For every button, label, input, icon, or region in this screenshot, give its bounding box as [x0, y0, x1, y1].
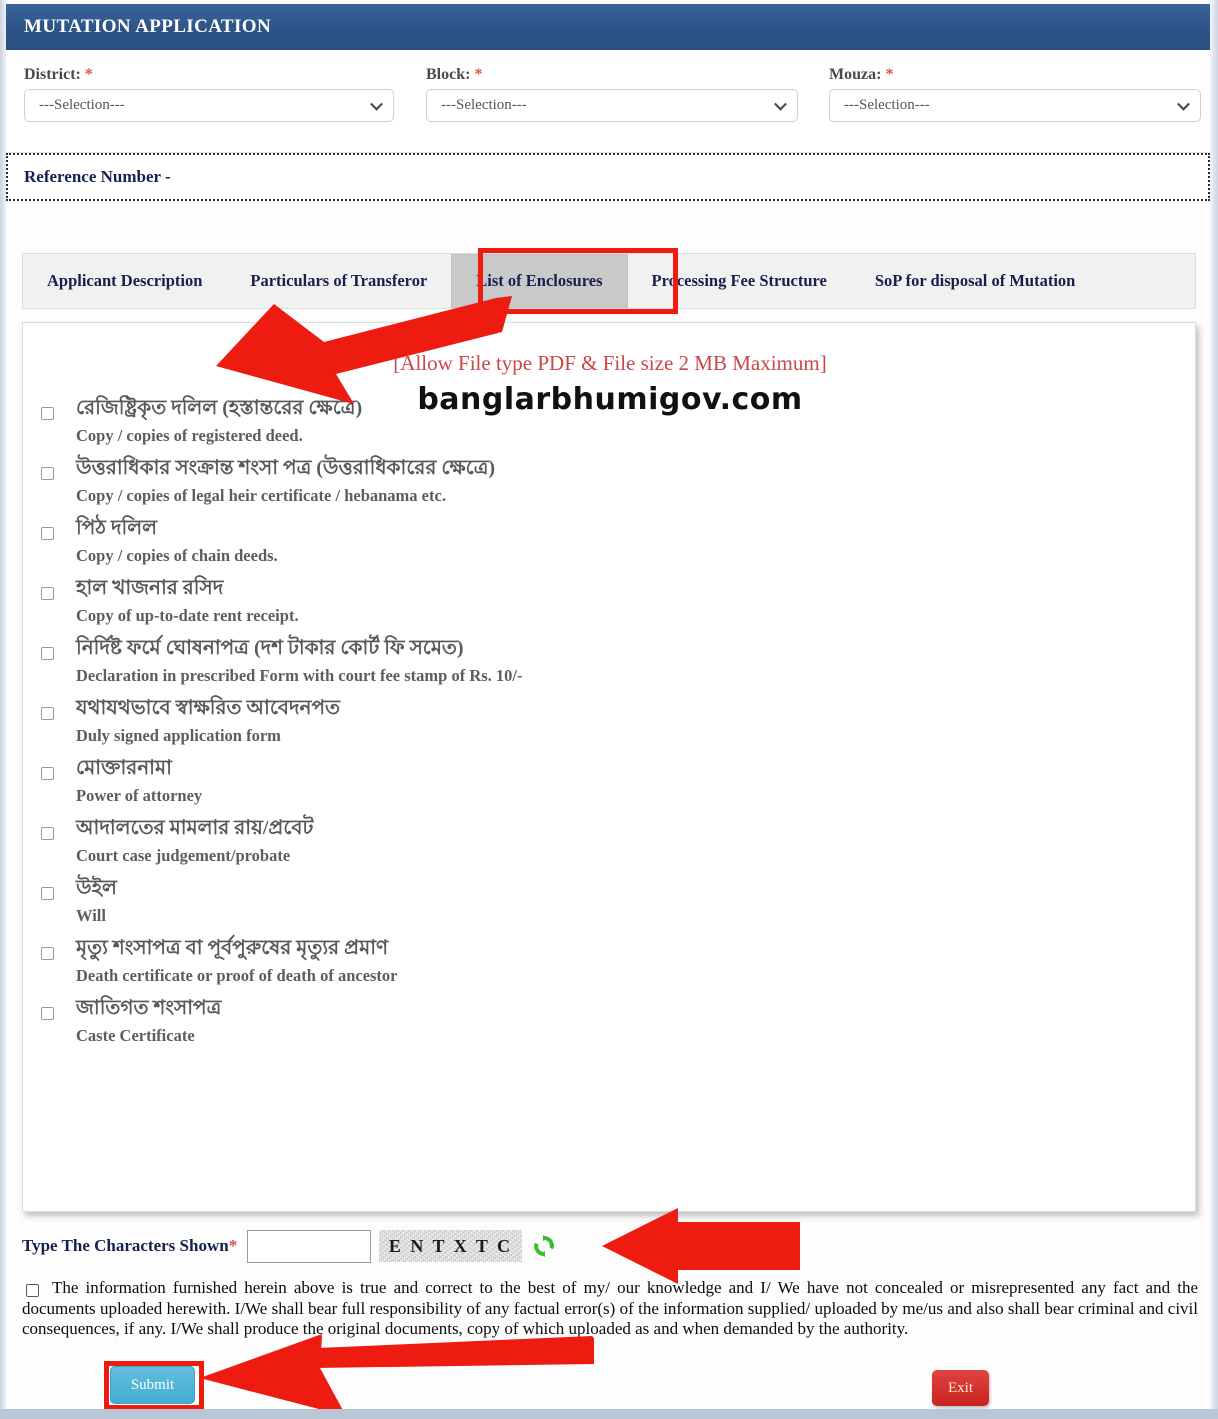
required-asterisk: * — [84, 66, 93, 83]
enclosure-label-en: Copy of up-to-date rent receipt. — [76, 606, 299, 625]
enclosure-label-en: Death certificate or proof of death of a… — [76, 966, 398, 985]
page-left-edge — [0, 0, 6, 1419]
enclosure-checkbox[interactable] — [41, 467, 54, 480]
district-select-value: ---Selection--- — [39, 97, 125, 113]
refresh-icon[interactable] — [531, 1233, 557, 1259]
captcha-code-text: E N T X T C — [388, 1235, 513, 1256]
enclosure-label-bn: রেজিষ্ট্রিকৃত দলিল (হস্তান্তরের ক্ষেত্রে… — [76, 397, 363, 419]
enclosure-checkbox[interactable] — [41, 1007, 54, 1020]
reference-number-label: Reference Number - — [24, 167, 171, 186]
application-page: MUTATION APPLICATION District: * ---Sele… — [0, 0, 1218, 1419]
enclosure-label-en: Copy / copies of chain deeds. — [76, 546, 278, 565]
enclosure-label-bn: উত্তরাধিকার সংক্রান্ত শংসা পত্র (উত্তরাধ… — [76, 457, 496, 479]
list-item: রেজিষ্ট্রিকৃত দলিল (হস্তান্তরের ক্ষেত্রে… — [23, 395, 1197, 446]
mouza-field: Mouza: * ---Selection--- — [829, 66, 1201, 122]
list-item: আদালতের মামলার রায়/প্রবেট Court case ju… — [23, 815, 1197, 866]
district-select[interactable]: ---Selection--- — [24, 89, 394, 122]
captcha-image: E N T X T C — [379, 1230, 523, 1262]
annotation-arrow-to-submit — [200, 1334, 594, 1416]
enclosure-checkbox[interactable] — [41, 527, 54, 540]
chevron-down-icon — [370, 97, 383, 111]
tab-sop-for-disposal-of-mutation[interactable]: SoP for disposal of Mutation — [851, 254, 1099, 308]
declaration-checkbox[interactable] — [26, 1284, 39, 1297]
enclosure-checkbox[interactable] — [41, 587, 54, 600]
captcha-row: Type The Characters Shown* E N T X T C — [22, 1226, 822, 1266]
enclosure-label-bn: মোক্তারনামা — [76, 757, 172, 779]
enclosure-label-bn: পিঠ দলিল — [76, 517, 158, 539]
block-select[interactable]: ---Selection--- — [426, 89, 798, 122]
district-label: District: * — [24, 66, 93, 83]
page-bottom-edge — [0, 1409, 1218, 1419]
required-asterisk: * — [228, 1236, 238, 1255]
list-item: যথাযথভাবে স্বাক্ষরিত আবেদনপত Duly signed… — [23, 695, 1197, 746]
enclosure-label-en: Copy / copies of registered deed. — [76, 426, 303, 445]
submit-button[interactable]: Submit — [110, 1366, 195, 1404]
list-item: জাতিগত শংসাপত্র Caste Certificate — [23, 995, 1197, 1046]
enclosure-label-en: Court case judgement/probate — [76, 846, 291, 865]
enclosure-label-en: Will — [76, 906, 106, 925]
captcha-input[interactable] — [247, 1229, 372, 1263]
list-item: হাল খাজনার রসিদ Copy of up-to-date rent … — [23, 575, 1197, 626]
enclosures-panel: [Allow File type PDF & File size 2 MB Ma… — [22, 322, 1196, 1212]
file-type-notice: [Allow File type PDF & File size 2 MB Ma… — [393, 351, 827, 375]
required-asterisk: * — [885, 66, 894, 83]
window-title-bar: MUTATION APPLICATION — [6, 4, 1210, 50]
enclosure-checkbox[interactable] — [41, 767, 54, 780]
exit-button[interactable]: Exit — [932, 1370, 989, 1406]
mouza-select[interactable]: ---Selection--- — [829, 89, 1201, 122]
list-item: মোক্তারনামা Power of attorney — [23, 755, 1197, 806]
enclosures-list: রেজিষ্ট্রিকৃত দলিল (হস্তান্তরের ক্ষেত্রে… — [23, 395, 1197, 1055]
list-item: পিঠ দলিল Copy / copies of chain deeds. — [23, 515, 1197, 566]
enclosure-label-en: Duly signed application form — [76, 726, 281, 745]
mouza-select-value: ---Selection--- — [844, 97, 930, 113]
enclosure-checkbox[interactable] — [41, 707, 54, 720]
captcha-label: Type The Characters Shown* — [22, 1236, 238, 1255]
declaration-block: The information furnished herein above i… — [22, 1278, 1198, 1340]
block-select-value: ---Selection--- — [441, 97, 527, 113]
reference-number-bar: Reference Number - — [6, 153, 1210, 201]
block-field: Block: * ---Selection--- — [426, 66, 798, 122]
enclosure-checkbox[interactable] — [41, 647, 54, 660]
enclosure-label-en: Power of attorney — [76, 786, 203, 805]
block-label: Block: * — [426, 66, 483, 83]
enclosure-label-bn: নির্দিষ্ট ফর্মে ঘোষনাপত্র (দশ টাকার কোর্… — [76, 637, 464, 659]
list-item: নির্দিষ্ট ফর্মে ঘোষনাপত্র (দশ টাকার কোর্… — [23, 635, 1197, 686]
district-field: District: * ---Selection--- — [24, 66, 394, 122]
list-item: উইল Will — [23, 875, 1197, 926]
list-item: উত্তরাধিকার সংক্রান্ত শংসা পত্র (উত্তরাধ… — [23, 455, 1197, 506]
declaration-text: The information furnished herein above i… — [22, 1278, 1198, 1339]
enclosure-label-en: Copy / copies of legal heir certificate … — [76, 486, 446, 505]
enclosure-label-bn: উইল — [76, 877, 117, 899]
mouza-label: Mouza: * — [829, 66, 894, 83]
location-selectors: District: * ---Selection--- Block: * ---… — [6, 50, 1210, 153]
submit-button-wrap: Submit — [110, 1366, 195, 1404]
enclosure-label-en: Declaration in prescribed Form with cour… — [76, 666, 523, 685]
chevron-down-icon — [774, 97, 787, 111]
enclosure-checkbox[interactable] — [41, 947, 54, 960]
chevron-down-icon — [1177, 97, 1190, 111]
tab-strip: Applicant Description Particulars of Tra… — [22, 253, 1196, 309]
page-title: MUTATION APPLICATION — [24, 16, 272, 37]
page-right-edge — [1210, 0, 1218, 1419]
tab-processing-fee-structure[interactable]: Processing Fee Structure — [628, 254, 851, 308]
enclosure-label-bn: হাল খাজনার রসিদ — [76, 577, 224, 599]
enclosure-label-bn: জাতিগত শংসাপত্র — [76, 997, 222, 1019]
enclosure-label-bn: মৃত্যু শংসাপত্র বা পূর্বপুরুষের মৃত্যুর … — [76, 937, 389, 959]
enclosure-label-en: Caste Certificate — [76, 1026, 195, 1045]
list-item: মৃত্যু শংসাপত্র বা পূর্বপুরুষের মৃত্যুর … — [23, 935, 1197, 986]
enclosure-label-bn: আদালতের মামলার রায়/প্রবেট — [76, 817, 314, 839]
required-asterisk: * — [474, 66, 483, 83]
enclosure-checkbox[interactable] — [41, 827, 54, 840]
enclosure-label-bn: যথাযথভাবে স্বাক্ষরিত আবেদনপত — [76, 697, 341, 719]
tab-list-of-enclosures[interactable]: List of Enclosures — [451, 254, 628, 308]
enclosure-checkbox[interactable] — [41, 887, 54, 900]
tab-applicant-description[interactable]: Applicant Description — [23, 254, 226, 308]
enclosure-checkbox[interactable] — [41, 407, 54, 420]
tab-particulars-of-transferor[interactable]: Particulars of Transferor — [226, 254, 451, 308]
